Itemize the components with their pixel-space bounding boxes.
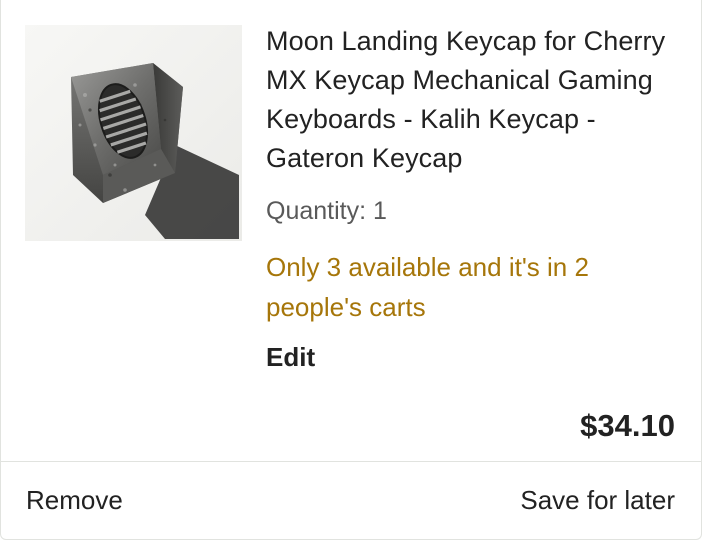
divider bbox=[1, 461, 702, 462]
save-for-later-button[interactable]: Save for later bbox=[520, 482, 675, 518]
item-details: Moon Landing Keycap for Cherry MX Keycap… bbox=[266, 22, 686, 375]
product-thumbnail[interactable] bbox=[25, 25, 242, 241]
keycap-image bbox=[25, 25, 242, 241]
quantity-label: Quantity: 1 bbox=[266, 197, 387, 225]
edit-button[interactable]: Edit bbox=[266, 339, 315, 375]
item-title[interactable]: Moon Landing Keycap for Cherry MX Keycap… bbox=[266, 22, 686, 178]
item-price: $34.10 bbox=[580, 408, 675, 443]
cart-item-card: Moon Landing Keycap for Cherry MX Keycap… bbox=[0, 0, 702, 540]
availability-notice: Only 3 available and it's in 2 people's … bbox=[266, 252, 589, 322]
remove-button[interactable]: Remove bbox=[26, 482, 123, 518]
